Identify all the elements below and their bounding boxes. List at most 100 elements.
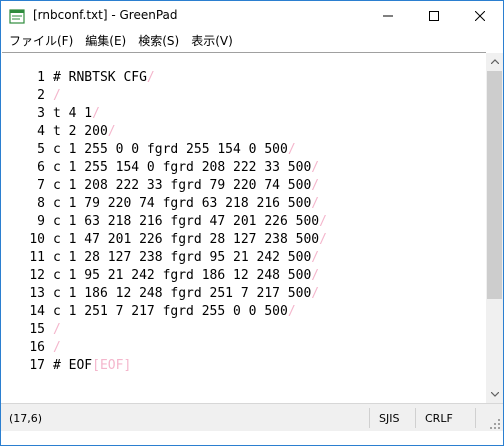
menu-bar: ファイル(F) 編集(E) 検索(S) 表示(V)	[1, 31, 503, 51]
line-number: 10	[29, 232, 45, 247]
line-content: c 1 28 127 238 fgrd 95 21 242 500	[53, 250, 312, 265]
minimize-icon	[383, 15, 393, 17]
editor-line[interactable]: 2/	[2, 87, 486, 105]
eol-marker: /	[146, 70, 155, 85]
status-bar: (17,6) SJIS CRLF	[1, 403, 503, 431]
line-number: 14	[29, 304, 45, 319]
line-number: 3	[37, 106, 45, 121]
line-text: c 1 255 0 0 fgrd 255 154 0 500/	[53, 141, 296, 159]
eol-marker: /	[53, 322, 61, 337]
editor-line[interactable]: 3 t 4 1/	[2, 105, 486, 123]
line-number: 2	[37, 88, 45, 103]
scroll-down-button[interactable]	[486, 386, 503, 403]
eol-marker: /	[287, 304, 296, 319]
line-text: t 2 200/	[53, 123, 116, 141]
eol-marker: /	[311, 160, 320, 175]
menu-view[interactable]: 表示(V)	[185, 31, 239, 51]
line-number: 4	[37, 124, 45, 139]
line-text: c 1 79 220 74 fgrd 63 218 216 500/	[53, 195, 319, 213]
eol-marker: /	[107, 124, 116, 139]
line-content: t 4 1	[53, 106, 93, 121]
line-text: c 1 47 201 226 fgrd 28 127 238 500/	[53, 231, 327, 249]
line-content: c 1 47 201 226 fgrd 28 127 238 500	[53, 232, 320, 247]
scroll-up-button[interactable]	[486, 53, 503, 70]
app-window: [rnbconf.txt] - GreenPad ファイル(F) 編集(E) 検…	[0, 0, 504, 446]
line-text: /	[53, 87, 61, 105]
line-number: 1	[37, 70, 45, 85]
editor-line[interactable]: 13 c 1 186 12 248 fgrd 251 7 217 500/	[2, 285, 486, 303]
maximize-button[interactable]	[411, 1, 457, 31]
text-editor[interactable]: 1 # RNBTSK CFG/2/3 t 4 1/4 t 2 200/5 c 1 255…	[2, 52, 486, 403]
editor-line[interactable]: 10 c 1 47 201 226 fgrd 28 127 238 500/	[2, 231, 486, 249]
line-content: t 2 200	[53, 124, 108, 139]
minimize-button[interactable]	[365, 1, 411, 31]
editor-line[interactable]: 15 /	[2, 321, 486, 339]
line-number: 13	[29, 286, 45, 301]
line-number: 16	[29, 340, 45, 355]
line-text: c 1 255 154 0 fgrd 208 222 33 500/	[53, 159, 319, 177]
scroll-thumb[interactable]	[487, 71, 502, 299]
line-text: /	[53, 339, 61, 357]
eol-marker: /	[311, 196, 320, 211]
line-text: /	[53, 321, 61, 339]
close-icon	[475, 11, 485, 21]
eol-marker: /	[319, 214, 327, 229]
eol-marker: /	[92, 106, 100, 121]
menu-file[interactable]: ファイル(F)	[3, 31, 79, 51]
line-text: c 1 28 127 238 fgrd 95 21 242 500/	[53, 249, 319, 267]
menu-search[interactable]: 検索(S)	[132, 31, 185, 51]
eol-marker: /	[53, 340, 61, 355]
line-number: 7	[37, 178, 45, 193]
window-title: [rnbconf.txt] - GreenPad	[33, 8, 178, 22]
editor-line[interactable]: 8 c 1 79 220 74 fgrd 63 218 216 500/	[2, 195, 486, 213]
cursor-position: (17,6)	[9, 412, 43, 425]
encoding-indicator[interactable]: SJIS	[379, 412, 399, 425]
chevron-down-icon	[490, 392, 499, 397]
line-number: 11	[29, 250, 45, 265]
line-text: # EOF[EOF]	[53, 357, 131, 375]
eol-marker: /	[311, 178, 320, 193]
line-number: 8	[37, 196, 45, 211]
line-content: c 1 63 218 216 fgrd 47 201 226 500	[53, 214, 320, 229]
eol-marker: /	[311, 286, 320, 301]
editor-line[interactable]: 5 c 1 255 0 0 fgrd 255 154 0 500/	[2, 141, 486, 159]
line-content: # EOF	[53, 358, 93, 373]
chevron-up-icon	[490, 59, 499, 64]
status-divider	[369, 408, 370, 428]
maximize-icon	[429, 11, 439, 21]
editor-line[interactable]: 7 c 1 208 222 33 fgrd 79 220 74 500/	[2, 177, 486, 195]
line-text: c 1 63 218 216 fgrd 47 201 226 500/	[53, 213, 327, 231]
line-content: c 1 79 220 74 fgrd 63 218 216 500	[53, 196, 312, 211]
line-ending-indicator[interactable]: CRLF	[425, 412, 453, 425]
editor-line[interactable]: 4 t 2 200/	[2, 123, 486, 141]
editor-line[interactable]: 14 c 1 251 7 217 fgrd 255 0 0 500/	[2, 303, 486, 321]
eol-marker: /	[311, 268, 320, 283]
line-content: c 1 251 7 217 fgrd 255 0 0 500	[53, 304, 288, 319]
close-button[interactable]	[457, 1, 503, 31]
line-text: c 1 186 12 248 fgrd 251 7 217 500/	[53, 285, 319, 303]
eol-marker: /	[319, 232, 327, 247]
line-number: 15	[29, 322, 45, 337]
line-text: c 1 251 7 217 fgrd 255 0 0 500/	[53, 303, 296, 321]
line-number: 17	[29, 358, 45, 373]
line-number: 5	[37, 142, 45, 157]
line-text: # RNBTSK CFG/	[53, 69, 155, 87]
notepad-icon	[9, 8, 25, 24]
line-content: c 1 95 21 242 fgrd 186 12 248 500	[53, 268, 312, 283]
editor-line[interactable]: 9 c 1 63 218 216 fgrd 47 201 226 500/	[2, 213, 486, 231]
editor-line[interactable]: 12 c 1 95 21 242 fgrd 186 12 248 500/	[2, 267, 486, 285]
title-bar[interactable]: [rnbconf.txt] - GreenPad	[1, 1, 503, 31]
resize-grip-icon[interactable]	[489, 418, 501, 430]
editor-line[interactable]: 17 # EOF[EOF]	[2, 357, 486, 375]
editor-line[interactable]: 6 c 1 255 154 0 fgrd 208 222 33 500/	[2, 159, 486, 177]
menu-edit[interactable]: 編集(E)	[79, 31, 132, 51]
editor-line[interactable]: 1 # RNBTSK CFG/	[2, 69, 486, 87]
line-content: c 1 186 12 248 fgrd 251 7 217 500	[53, 286, 312, 301]
line-number: 6	[37, 160, 45, 175]
line-text: t 4 1/	[53, 105, 100, 123]
eol-marker: /	[53, 88, 61, 103]
editor-line[interactable]: 16 /	[2, 339, 486, 357]
eol-marker: /	[287, 142, 296, 157]
editor-line[interactable]: 11 c 1 28 127 238 fgrd 95 21 242 500/	[2, 249, 486, 267]
vertical-scrollbar[interactable]	[486, 53, 503, 403]
